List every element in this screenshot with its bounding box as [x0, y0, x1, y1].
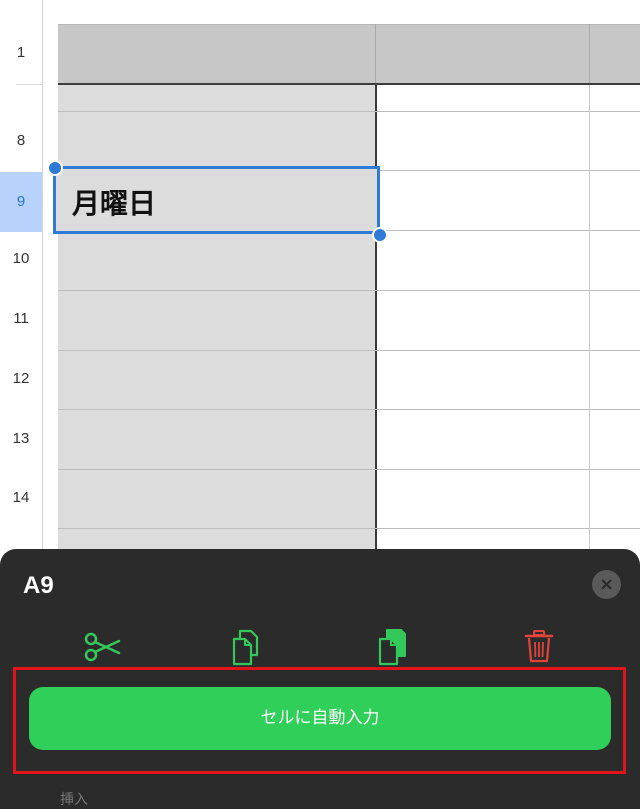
cell-a9-value: 月曜日: [72, 187, 157, 220]
paste-icon: [378, 629, 406, 666]
row-header-8[interactable]: 8: [0, 132, 42, 149]
grid-row-line: [58, 111, 640, 112]
panel-title: A9: [23, 572, 54, 599]
column-a-border: [375, 85, 377, 560]
copy-button[interactable]: [228, 627, 268, 667]
cut-button[interactable]: [82, 627, 122, 667]
column-a-cells[interactable]: [58, 85, 375, 560]
grid-row-line: [58, 528, 640, 529]
insert-section-label: 挿入: [60, 792, 88, 808]
paste-button[interactable]: [374, 627, 414, 667]
grid-row-line: [58, 409, 640, 410]
grid-row-line: [58, 469, 640, 470]
copy-icon: [232, 629, 259, 666]
grid-column-line: [589, 85, 590, 560]
scissors-icon: [84, 632, 121, 662]
row-header-13[interactable]: 13: [0, 430, 42, 447]
close-button[interactable]: ×: [592, 570, 621, 599]
header-row[interactable]: [58, 24, 640, 84]
row-header-10[interactable]: 10: [0, 250, 42, 267]
delete-button[interactable]: [519, 627, 559, 667]
grid-row-line: [58, 290, 640, 291]
row-header-14[interactable]: 14: [0, 489, 42, 506]
grid-row-line: [58, 350, 640, 351]
annotation-highlight-box: [13, 667, 626, 774]
row-header-12[interactable]: 12: [0, 370, 42, 387]
selection-handle-top-left[interactable]: [47, 160, 63, 176]
row-header-11[interactable]: 11: [0, 310, 42, 327]
column-divider: [375, 24, 376, 83]
trash-icon: [524, 630, 554, 663]
row-separator: [16, 84, 42, 85]
column-divider: [589, 24, 590, 83]
row-header-9[interactable]: 9: [0, 172, 42, 232]
selection-handle-bottom-right[interactable]: [372, 227, 388, 243]
row-header-1[interactable]: 1: [0, 44, 42, 61]
